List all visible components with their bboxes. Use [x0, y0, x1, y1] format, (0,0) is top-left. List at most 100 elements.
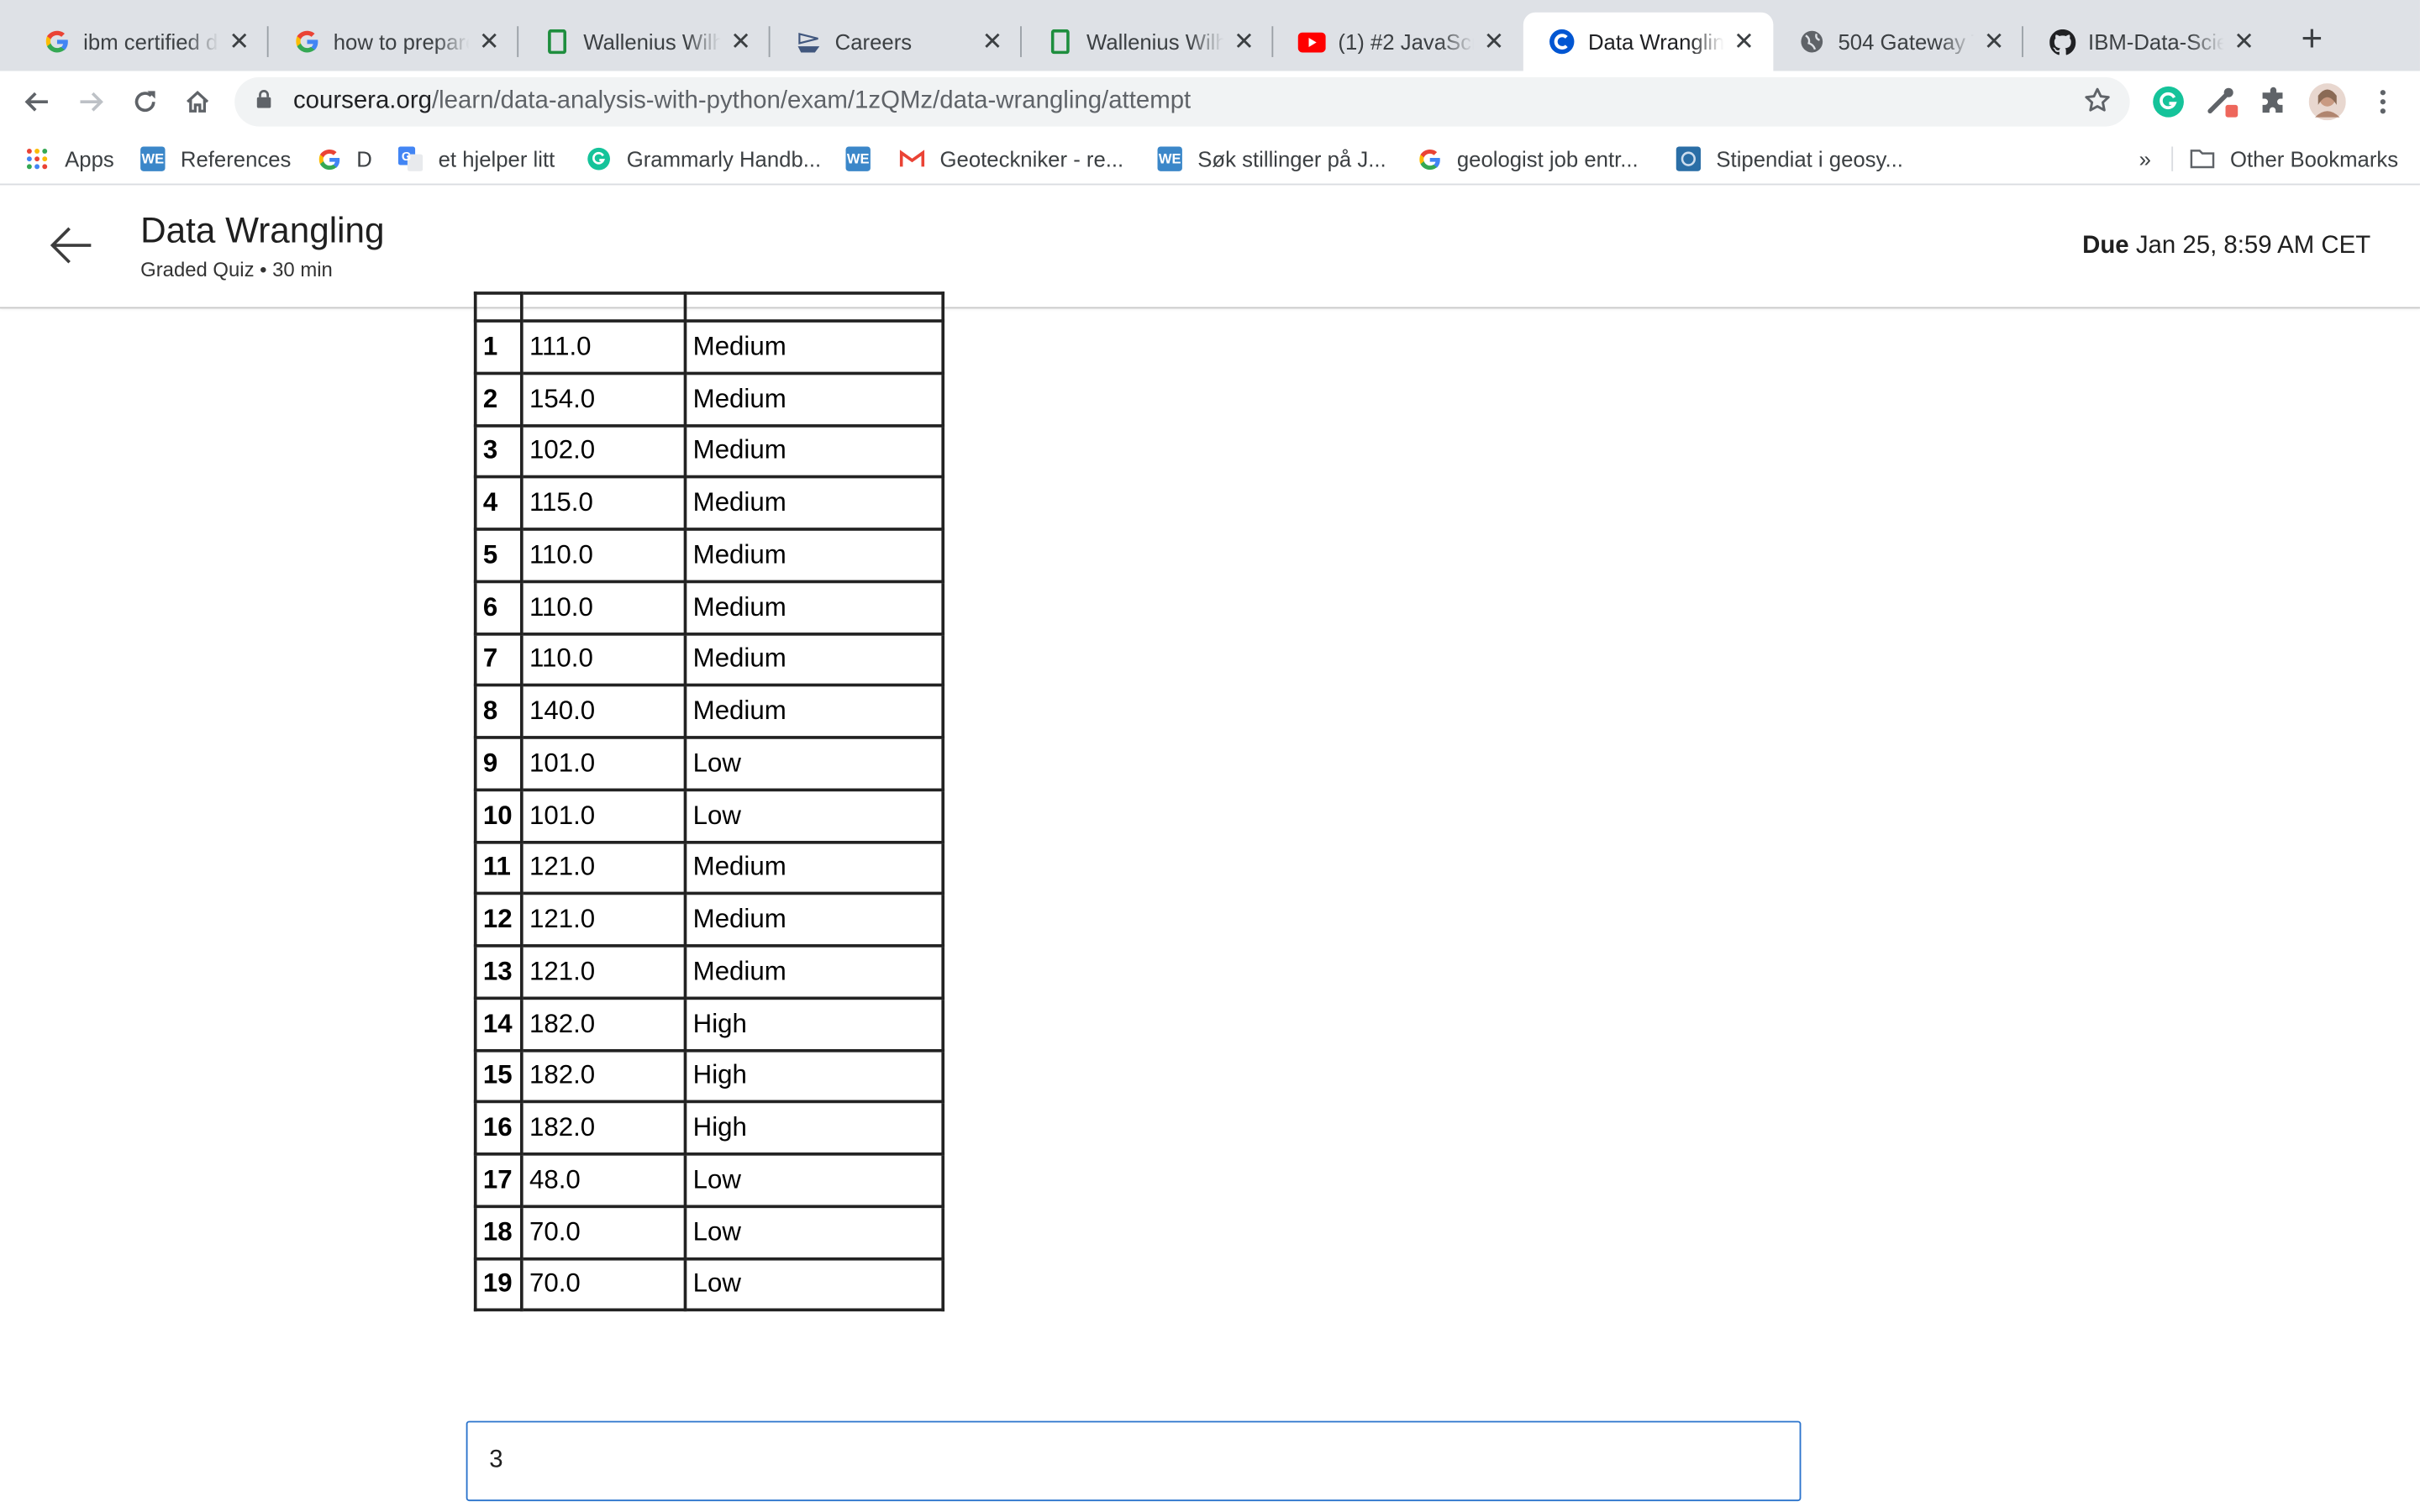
bookmark-stipendiat[interactable]: Stipendiat i geosy...	[1676, 144, 1903, 175]
tab-title: Wallenius Wilhe	[1086, 29, 1223, 55]
row-value: 182.0	[519, 996, 687, 1052]
row-category: Medium	[683, 475, 945, 531]
home-icon[interactable]	[176, 81, 218, 123]
table-row: 13 121.0 Medium	[473, 944, 945, 1000]
row-index: 17	[473, 1152, 523, 1208]
we-icon: WE	[845, 146, 871, 171]
eyedropper-extension-icon[interactable]	[2204, 83, 2241, 120]
bookmark-we[interactable]: WE	[845, 144, 886, 175]
table-row: 11 121.0 Medium	[473, 840, 945, 895]
close-icon[interactable]: ✕	[476, 26, 503, 57]
table-row: 4 115.0 Medium	[473, 475, 945, 531]
tab-wallenius-1[interactable]: Wallenius Wilhe ✕	[518, 13, 771, 71]
table-row: 2 154.0 Medium	[473, 371, 945, 427]
row-category: Medium	[683, 580, 945, 635]
table-row: 17 48.0 Low	[473, 1152, 945, 1208]
tab-504-gateway[interactable]: 504 Gateway T ✕	[1773, 13, 2023, 71]
row-value: 101.0	[519, 788, 687, 843]
row-index: 2	[473, 371, 523, 427]
bookmark-label: Apps	[65, 146, 114, 171]
table-row: 14 182.0 High	[473, 996, 945, 1052]
table-row: 3 102.0 Medium	[473, 423, 945, 479]
row-category: Medium	[683, 319, 945, 375]
folder-icon	[2190, 146, 2215, 171]
ship-icon	[795, 28, 823, 55]
tab-github[interactable]: IBM-Data-Scie ✕	[2023, 13, 2274, 71]
bookmark-references[interactable]: WE References	[140, 144, 291, 175]
row-value: 182.0	[519, 1048, 687, 1104]
tab-wallenius-2[interactable]: Wallenius Wilhe ✕	[1022, 13, 1274, 71]
tab-strip: ibm certified da ✕ how to prepare ✕ Wall…	[0, 0, 2420, 71]
bookmark-geoteckniker[interactable]: Geoteckniker - re...	[899, 144, 1123, 175]
table-row: 16 182.0 High	[473, 1100, 945, 1156]
row-category: Medium	[683, 632, 945, 687]
we-icon: WE	[1157, 146, 1182, 171]
bookmark-site-icon	[1676, 146, 1702, 171]
bookmark-et-hjelper-litt[interactable]: G et hjelper litt	[397, 144, 555, 175]
back-arrow-icon[interactable]	[15, 81, 58, 123]
close-icon[interactable]: ✕	[727, 26, 755, 57]
row-value: 70.0	[519, 1205, 687, 1260]
bookmark-label: Other Bookmarks	[2230, 146, 2399, 171]
row-value: 48.0	[519, 1152, 687, 1208]
bookmark-label: Søk stillinger på J...	[1197, 146, 1386, 171]
bookmarks-overflow[interactable]: »	[2139, 144, 2151, 175]
address-bar[interactable]: coursera.org/learn/data-analysis-with-py…	[234, 76, 2130, 127]
row-category: Medium	[683, 684, 945, 739]
tab-how-to-prepare[interactable]: how to prepare ✕	[269, 13, 519, 71]
browser-toolbar: coursera.org/learn/data-analysis-with-py…	[0, 71, 2420, 133]
tab-ibm-certified[interactable]: ibm certified da ✕	[18, 13, 269, 71]
row-category: Low	[683, 788, 945, 843]
row-index: 6	[473, 580, 523, 635]
row-value: 121.0	[519, 944, 687, 1000]
close-icon[interactable]: ✕	[1730, 26, 1758, 57]
row-index: 11	[473, 840, 523, 895]
row-index: 18	[473, 1205, 523, 1260]
bookmark-d[interactable]: D	[317, 144, 372, 175]
new-tab-icon[interactable]: +	[2291, 18, 2333, 61]
row-value: 110.0	[519, 632, 687, 687]
forward-arrow-icon[interactable]	[70, 81, 113, 123]
grammarly-icon[interactable]	[2150, 83, 2187, 120]
reload-icon[interactable]	[124, 81, 166, 123]
close-icon[interactable]: ✕	[978, 26, 1006, 57]
tab-careers[interactable]: Careers ✕	[771, 13, 1022, 71]
answer-input[interactable]	[466, 1420, 1802, 1502]
google-g-icon	[293, 28, 321, 55]
bookmark-grammarly[interactable]: Grammarly Handb...	[587, 144, 821, 175]
tab-data-wrangling[interactable]: Data Wrangling ✕	[1523, 12, 1774, 71]
table-row: 7 110.0 Medium	[473, 632, 945, 687]
other-bookmarks[interactable]: Other Bookmarks	[2190, 144, 2398, 175]
tab-youtube[interactable]: (1) #2 JavaScri ✕	[1273, 13, 1523, 71]
close-icon[interactable]: ✕	[1480, 26, 1507, 57]
data-table: 1 111.0 Medium 2 154.0 Medium 3 102.0 Medium 4 115…	[473, 291, 945, 1312]
table-row: 12 121.0 Medium	[473, 892, 945, 948]
table-body: 1 111.0 Medium 2 154.0 Medium 3 102.0 Medium 4 115…	[473, 291, 945, 1312]
close-icon[interactable]: ✕	[225, 26, 253, 57]
bookmark-star-icon[interactable]	[2084, 87, 2112, 122]
profile-avatar-icon[interactable]	[2308, 83, 2346, 121]
row-category: Medium	[683, 371, 945, 427]
row-value: 182.0	[519, 1100, 687, 1156]
row-category: Medium	[683, 944, 945, 1000]
close-icon[interactable]: ✕	[2230, 26, 2258, 57]
row-index: 19	[473, 1257, 523, 1312]
extensions-puzzle-icon[interactable]	[2256, 83, 2293, 120]
row-index: 13	[473, 944, 523, 1000]
row-index: 10	[473, 788, 523, 843]
close-icon[interactable]: ✕	[1230, 26, 1258, 57]
close-icon[interactable]: ✕	[1980, 26, 2007, 57]
bookmark-label: Stipendiat i geosy...	[1716, 146, 1903, 171]
menu-kebab-icon[interactable]	[2365, 83, 2402, 120]
due-value: Jan 25, 8:59 AM CET	[2135, 233, 2371, 260]
bookmark-sok-stillinger[interactable]: WE Søk stillinger på J...	[1157, 144, 1386, 175]
bookmark-apps[interactable]: Apps	[24, 144, 114, 175]
bookmark-label: geologist job entr...	[1456, 146, 1639, 171]
globe-icon	[1798, 28, 1826, 55]
bookmark-geologist-job[interactable]: geologist job entr...	[1417, 144, 1639, 175]
back-arrow-icon[interactable]	[46, 221, 96, 270]
row-category: High	[683, 1100, 945, 1156]
youtube-icon	[1297, 28, 1326, 55]
row-category: Medium	[683, 528, 945, 583]
tab-title: 504 Gateway T	[1838, 29, 1975, 55]
